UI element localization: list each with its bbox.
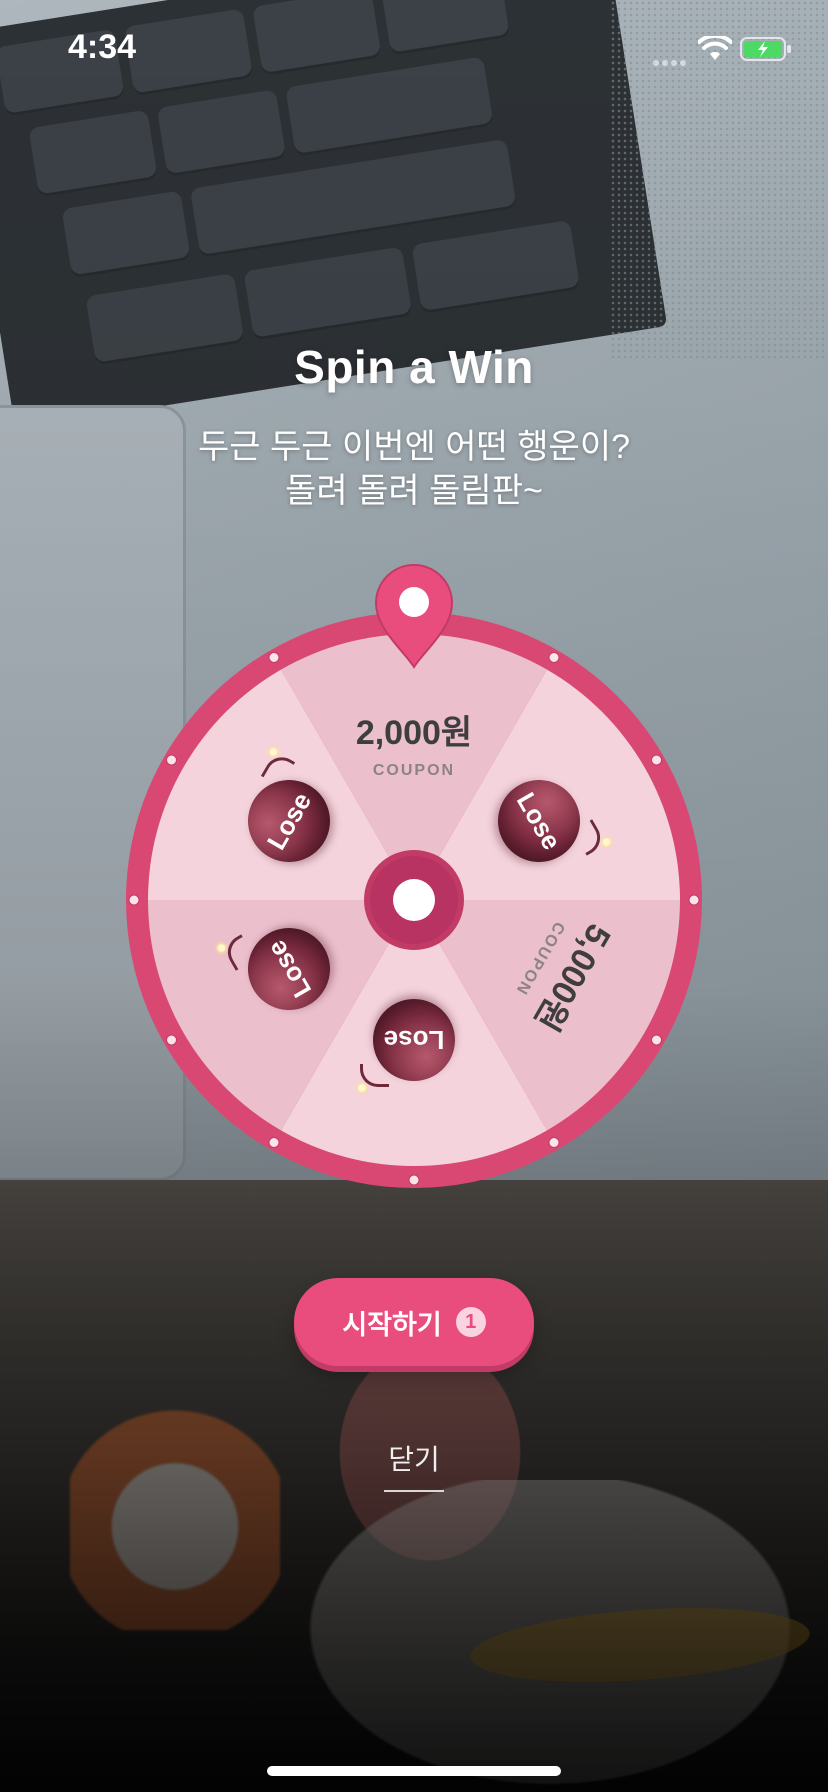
- home-indicator[interactable]: [267, 1766, 561, 1776]
- prize-2000-segment: 2,000원 COUPON: [314, 705, 514, 780]
- spin-wheel[interactable]: 2,000원 COUPON 5,000원 COUPON Lose Lose Lo…: [124, 610, 704, 1190]
- wifi-icon: [698, 36, 732, 60]
- start-button-label: 시작하기: [342, 1309, 442, 1340]
- lose-bomb-bottom: Lose: [355, 999, 455, 1095]
- battery-icon: [740, 37, 791, 61]
- spin-count-badge: 1: [455, 1307, 486, 1337]
- subtitle-line-2: 돌려 돌려 돌림판~: [285, 472, 543, 510]
- coupon-label: COUPON: [372, 762, 456, 779]
- lose-label: Lose: [383, 1025, 445, 1055]
- page-title: Spin a Win: [294, 341, 534, 393]
- prize-amount: 2,000원: [355, 714, 473, 752]
- wheel-pointer-icon: [374, 564, 454, 669]
- close-link[interactable]: 닫기: [384, 1438, 444, 1492]
- status-time: 4:34: [68, 28, 137, 66]
- signal-dots-icon: [653, 53, 689, 66]
- page-subtitle: 두근 두근 이번엔 어떤 행운이? 돌려 돌려 돌림판~: [0, 425, 828, 513]
- subtitle-line-1: 두근 두근 이번엔 어떤 행운이?: [197, 428, 631, 466]
- start-spin-button[interactable]: 시작하기 1: [294, 1278, 534, 1366]
